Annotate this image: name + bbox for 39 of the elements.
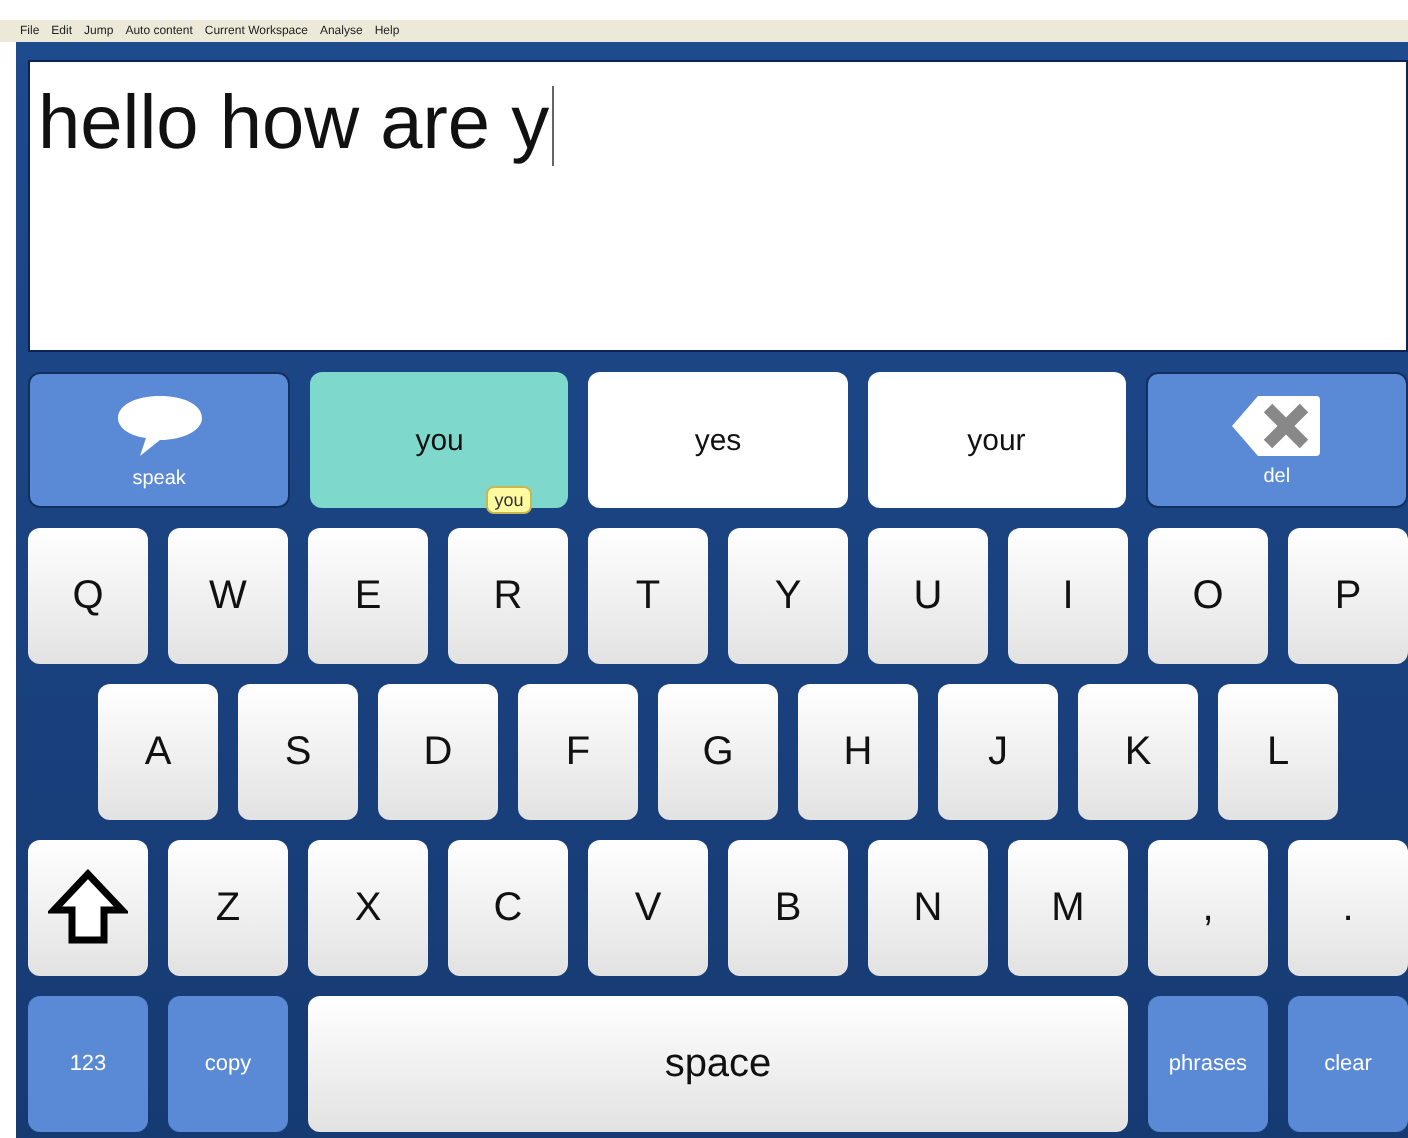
letter-key[interactable]: M — [1008, 840, 1128, 976]
shift-arrow-icon — [48, 868, 128, 948]
letter-key[interactable]: U — [868, 528, 988, 664]
prediction-button[interactable]: your — [867, 372, 1126, 508]
tooltip: you — [486, 486, 532, 514]
letter-key[interactable]: B — [728, 840, 848, 976]
letter-key[interactable]: C — [448, 840, 568, 976]
prediction-button[interactable]: yes — [588, 372, 848, 508]
letter-key[interactable]: H — [798, 684, 918, 820]
letter-key[interactable]: K — [1078, 684, 1198, 820]
text-field[interactable]: hello how are y — [28, 60, 1408, 352]
letter-key[interactable]: J — [938, 684, 1058, 820]
prediction-button[interactable]: you you — [310, 372, 569, 508]
letter-key[interactable]: A — [98, 684, 218, 820]
letter-key[interactable]: S — [238, 684, 358, 820]
letter-key[interactable]: O — [1148, 528, 1268, 664]
letter-key[interactable]: L — [1218, 684, 1338, 820]
text-cursor — [551, 86, 554, 166]
letter-key[interactable]: P — [1288, 528, 1408, 664]
letter-key[interactable]: Z — [168, 840, 288, 976]
space-key[interactable]: space — [308, 996, 1128, 1132]
letter-key[interactable]: V — [588, 840, 708, 976]
letter-key[interactable]: I — [1008, 528, 1128, 664]
letter-key[interactable]: Y — [728, 528, 848, 664]
letter-key[interactable]: W — [168, 528, 288, 664]
letter-key[interactable]: F — [518, 684, 638, 820]
typed-text: hello how are y — [38, 80, 550, 170]
letter-key[interactable]: X — [308, 840, 428, 976]
letter-key[interactable]: D — [378, 684, 498, 820]
letter-key[interactable]: G — [658, 684, 778, 820]
shift-key[interactable] — [28, 840, 148, 976]
letter-key[interactable]: T — [588, 528, 708, 664]
letter-key[interactable]: , — [1148, 840, 1268, 976]
letter-key[interactable]: N — [868, 840, 988, 976]
backspace-icon — [1230, 393, 1323, 457]
letter-key[interactable]: E — [308, 528, 428, 664]
letter-key[interactable]: R — [448, 528, 568, 664]
letter-key[interactable]: Q — [28, 528, 148, 664]
letter-key[interactable]: . — [1288, 840, 1408, 976]
